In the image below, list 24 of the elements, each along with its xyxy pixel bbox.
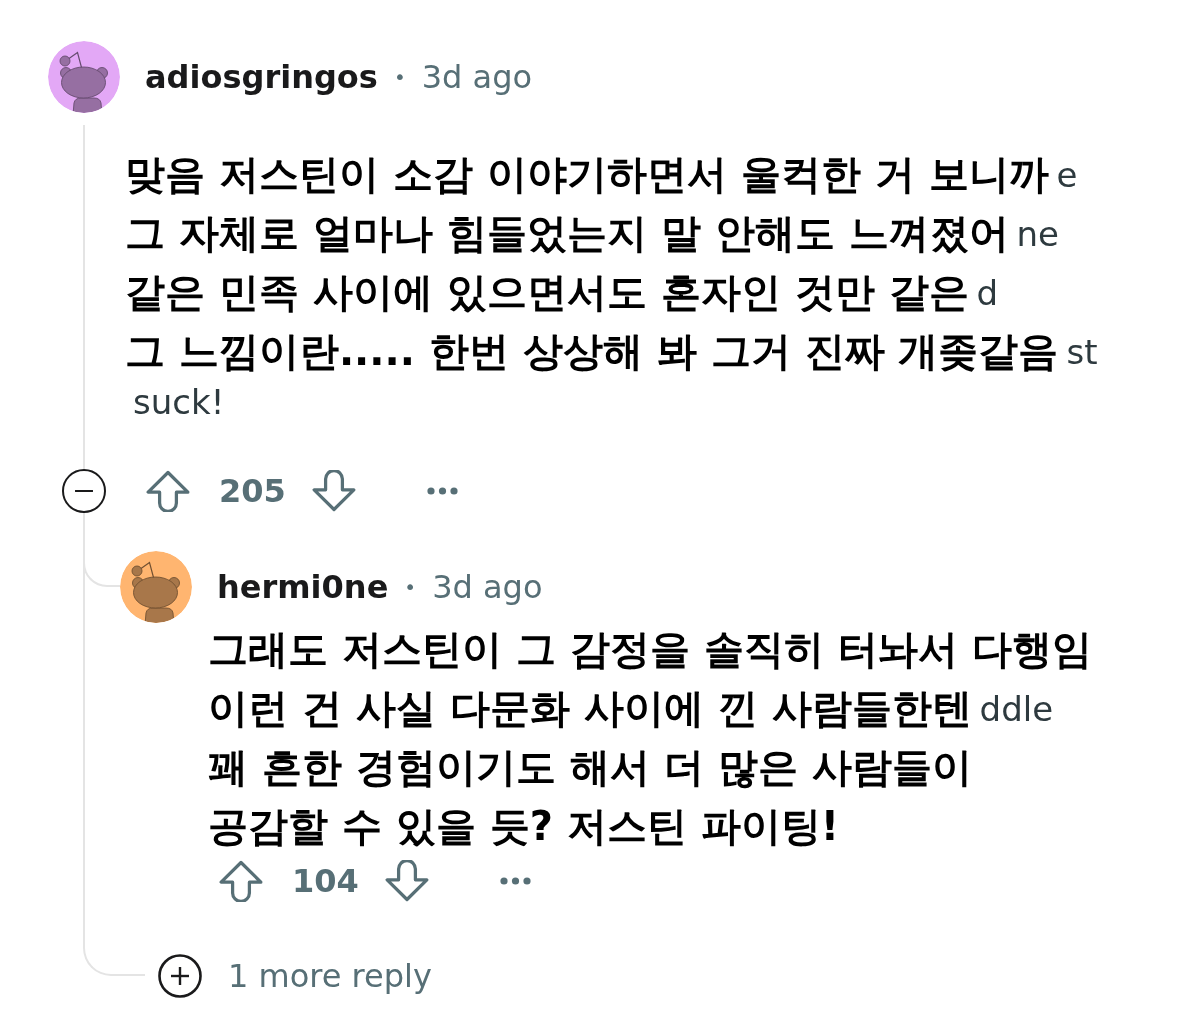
plus-circle-icon: [158, 954, 202, 998]
vote-count: 104: [292, 862, 359, 900]
text-fragment: e: [1056, 154, 1078, 195]
username[interactable]: hermi0ne: [217, 568, 389, 606]
more-replies-button[interactable]: 1 more reply: [158, 954, 432, 998]
more-options-icon[interactable]: [426, 487, 458, 495]
downvote-icon[interactable]: [383, 860, 430, 902]
timestamp: 3d ago: [421, 58, 532, 96]
minus-icon: [75, 489, 93, 493]
upvote-icon[interactable]: [145, 470, 191, 512]
upvote-icon[interactable]: [218, 860, 264, 902]
username[interactable]: adiosgringos: [145, 58, 378, 96]
more-options-icon[interactable]: [499, 877, 531, 885]
separator-dot: •: [404, 575, 417, 599]
comment-text-line: suck!: [132, 381, 225, 423]
text-fragment: ddle: [979, 688, 1054, 729]
downvote-icon[interactable]: [310, 470, 357, 512]
text-fragment: st: [1066, 331, 1098, 372]
timestamp: 3d ago: [432, 568, 543, 606]
collapse-button[interactable]: [62, 469, 106, 513]
vote-count: 205: [219, 472, 286, 510]
separator-dot: •: [393, 65, 406, 89]
text-fragment: d: [976, 272, 999, 313]
text-fragment: ne: [1016, 213, 1060, 254]
